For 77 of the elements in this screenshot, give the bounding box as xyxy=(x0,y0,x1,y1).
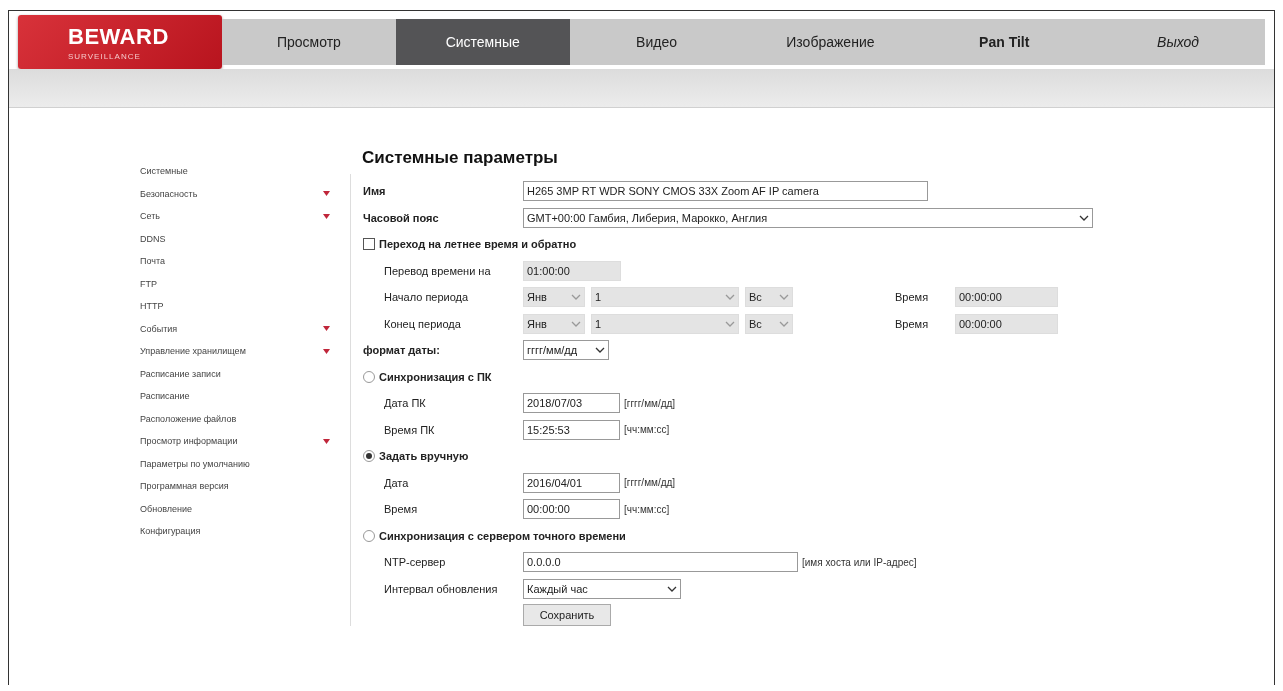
logo-text: BEWARD xyxy=(68,23,170,50)
caret-icon xyxy=(725,294,735,301)
field-label: формат даты: xyxy=(363,344,441,357)
radio-label: Синхронизация с ПК xyxy=(379,370,492,383)
sidebar-item[interactable]: FTP xyxy=(140,272,350,295)
dropdown[interactable]: Каждый час xyxy=(523,578,681,599)
text-input[interactable]: 2016/04/01 xyxy=(523,472,620,493)
sidebar-item[interactable]: Управление хранилищем xyxy=(140,340,350,363)
save-button[interactable]: Сохранить xyxy=(523,604,611,626)
radio-button[interactable] xyxy=(363,370,375,383)
nav-tab[interactable]: Выход xyxy=(1091,19,1265,65)
caret-icon xyxy=(667,585,677,592)
sidebar-item[interactable]: Просмотр информации xyxy=(140,430,350,453)
logo-tagline: SURVEILLANCE xyxy=(68,51,142,61)
caret-icon xyxy=(571,320,581,327)
triangle-icon xyxy=(323,212,330,220)
radio-label: Задать вручную xyxy=(379,450,469,463)
field-label: Часовой пояс xyxy=(363,211,440,224)
format-hint: [гггг/мм/дд] xyxy=(624,477,676,489)
nav-tab[interactable]: Системные xyxy=(395,19,570,65)
format-hint: [имя хоста или IP-адрес] xyxy=(802,556,917,568)
sidebar-item[interactable]: DDNS xyxy=(140,227,350,250)
radio-button[interactable] xyxy=(363,450,375,463)
field-label: Интервал обновления xyxy=(383,582,499,595)
sidebar-item[interactable]: Расположение файлов xyxy=(140,407,350,430)
triangle-icon xyxy=(323,325,330,333)
field-label: Имя xyxy=(363,185,387,198)
sidebar-item[interactable]: Обновление xyxy=(140,497,350,520)
nav-tab[interactable]: Pan Tilt xyxy=(917,19,1092,65)
sidebar-item[interactable]: Программная версия xyxy=(140,475,350,498)
caret-icon xyxy=(779,320,789,327)
format-hint: [гггг/мм/дд] xyxy=(624,397,676,409)
text-input[interactable]: 2018/07/03 xyxy=(523,393,620,414)
field-label: Дата ПК xyxy=(383,397,427,410)
sidebar-item[interactable]: Системные xyxy=(140,160,350,183)
field-label: Дата xyxy=(383,476,410,489)
sidebar-item[interactable]: Сеть xyxy=(140,205,350,228)
sidebar-item[interactable]: Расписание xyxy=(140,385,350,408)
sidebar-item[interactable]: Расписание записи xyxy=(140,362,350,385)
triangle-icon xyxy=(323,190,330,198)
caret-icon xyxy=(571,294,581,301)
field-label: Время xyxy=(895,291,930,304)
nav-tab[interactable]: Видео xyxy=(569,19,744,65)
field-label: Начало периода xyxy=(383,291,470,304)
nav-tab[interactable]: Изображение xyxy=(743,19,918,65)
text-input[interactable]: 15:25:53 xyxy=(523,419,620,440)
sidebar-item[interactable]: HTTP xyxy=(140,295,350,318)
field-label: Время ПК xyxy=(383,423,436,436)
field-label: Время xyxy=(895,317,930,330)
triangle-icon xyxy=(323,437,330,445)
field-label: NTP-сервер xyxy=(383,556,447,569)
checkbox-label: Переход на летнее время и обратно xyxy=(379,238,577,251)
field-label: Перевод времени на xyxy=(383,264,492,277)
text-input[interactable]: 0.0.0.0 xyxy=(523,552,798,573)
sidebar-item[interactable]: Почта xyxy=(140,250,350,273)
format-hint: [чч:мм:сс] xyxy=(624,503,670,515)
caret-icon xyxy=(779,294,789,301)
page-title: Системные параметры xyxy=(362,148,559,168)
format-hint: [чч:мм:сс] xyxy=(624,424,670,436)
text-input[interactable]: 00:00:00 xyxy=(523,499,620,520)
sidebar-item[interactable]: Безопасность xyxy=(140,182,350,205)
triangle-icon xyxy=(323,347,330,355)
checkbox[interactable] xyxy=(363,238,375,251)
field-label: Время xyxy=(383,503,419,516)
radio-label: Синхронизация с сервером точного времени xyxy=(379,529,626,542)
caret-icon xyxy=(1079,214,1089,221)
caret-icon xyxy=(595,347,605,354)
sidebar-item[interactable]: Конфигурация xyxy=(140,520,350,543)
nav-tab[interactable]: Просмотр xyxy=(222,19,396,65)
name-input[interactable]: H265 3MP RT WDR SONY CMOS 33X Zoom AF IP camera xyxy=(523,181,928,202)
sidebar-item[interactable]: Параметры по умолчанию xyxy=(140,452,350,475)
dropdown[interactable]: GMT+00:00 Гамбия, Либерия, Марокко, Англия xyxy=(523,207,1093,228)
dropdown[interactable]: гггг/мм/дд xyxy=(523,340,609,361)
sidebar-item[interactable]: События xyxy=(140,317,350,340)
field-label: Конец периода xyxy=(383,317,462,330)
caret-icon xyxy=(725,320,735,327)
radio-button[interactable] xyxy=(363,529,375,542)
